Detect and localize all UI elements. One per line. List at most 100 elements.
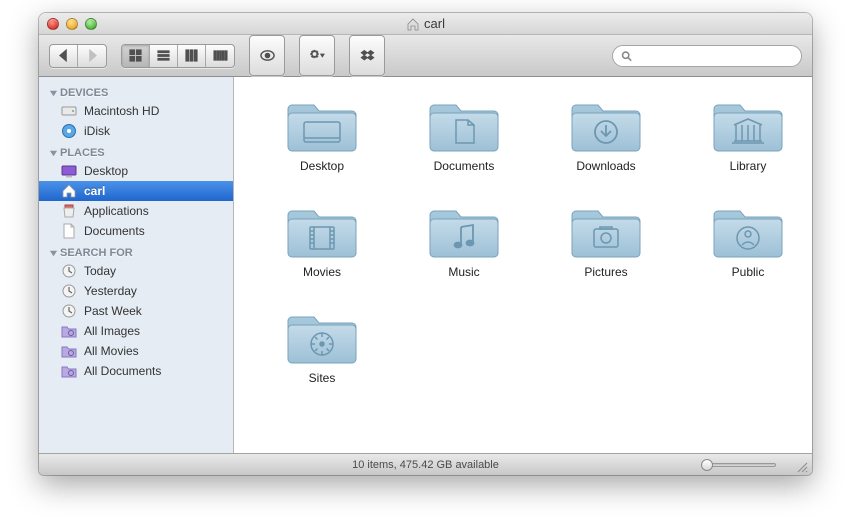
- sidebar-header-devices[interactable]: DEVICES: [39, 81, 233, 101]
- folder-label: Documents: [434, 159, 495, 173]
- folder-icon: [286, 95, 358, 153]
- sidebar-item-label: Macintosh HD: [84, 104, 159, 118]
- folder-icon: [286, 201, 358, 259]
- sidebar-item-label: Desktop: [84, 164, 128, 178]
- sidebar-item-label: All Documents: [84, 364, 161, 378]
- status-text: 10 items, 475.42 GB available: [352, 459, 499, 471]
- nav-buttons: [49, 44, 107, 68]
- content-area[interactable]: Desktop Documents Downloads Library Movi: [234, 77, 812, 453]
- smart-folder-icon: [61, 323, 77, 339]
- folder-label: Music: [448, 265, 479, 279]
- clock-icon: [61, 303, 77, 319]
- sidebar-item-label: All Images: [84, 324, 140, 338]
- folder-public[interactable]: Public: [688, 201, 808, 279]
- sidebar-item-carl[interactable]: carl: [39, 181, 233, 201]
- sidebar-item-all-movies[interactable]: All Movies: [39, 341, 233, 361]
- sidebar-item-macintosh-hd[interactable]: Macintosh HD: [39, 101, 233, 121]
- clock-icon: [61, 263, 77, 279]
- sidebar-item-yesterday[interactable]: Yesterday: [39, 281, 233, 301]
- titlebar: carl: [39, 13, 812, 35]
- home-icon: [406, 17, 420, 31]
- dropbox-button[interactable]: [349, 35, 385, 76]
- home-icon: [61, 183, 77, 199]
- traffic-lights: [47, 18, 97, 30]
- quicklook-button[interactable]: [249, 35, 285, 76]
- resize-handle[interactable]: [795, 460, 808, 473]
- folder-icon: [570, 201, 642, 259]
- status-bar: 10 items, 475.42 GB available: [39, 453, 812, 475]
- applications-icon: [61, 203, 77, 219]
- disclosure-triangle-icon: [49, 249, 58, 258]
- folder-icon: [428, 201, 500, 259]
- search-field[interactable]: [612, 45, 802, 67]
- folder-label: Sites: [309, 371, 336, 385]
- folder-downloads[interactable]: Downloads: [546, 95, 666, 173]
- desktop-icon: [61, 163, 77, 179]
- sidebar-item-all-documents[interactable]: All Documents: [39, 361, 233, 381]
- hdd-icon: [61, 103, 77, 119]
- folder-label: Desktop: [300, 159, 344, 173]
- folder-desktop[interactable]: Desktop: [262, 95, 382, 173]
- forward-button[interactable]: [78, 45, 106, 67]
- folder-icon: [712, 95, 784, 153]
- sidebar-item-applications[interactable]: Applications: [39, 201, 233, 221]
- sidebar: DEVICES Macintosh HD iDisk PLACES Deskto…: [39, 77, 234, 453]
- sidebar-item-label: Applications: [84, 204, 149, 218]
- folder-documents[interactable]: Documents: [404, 95, 524, 173]
- sidebar-item-documents[interactable]: Documents: [39, 221, 233, 241]
- folder-label: Pictures: [584, 265, 627, 279]
- folder-music[interactable]: Music: [404, 201, 524, 279]
- sidebar-item-today[interactable]: Today: [39, 261, 233, 281]
- sidebar-item-label: carl: [84, 184, 105, 198]
- toolbar: [39, 35, 812, 77]
- disclosure-triangle-icon: [49, 89, 58, 98]
- folder-library[interactable]: Library: [688, 95, 808, 173]
- folder-label: Library: [730, 159, 767, 173]
- sidebar-header-search[interactable]: SEARCH FOR: [39, 241, 233, 261]
- folder-label: Downloads: [576, 159, 635, 173]
- close-button[interactable]: [47, 18, 59, 30]
- sidebar-item-desktop[interactable]: Desktop: [39, 161, 233, 181]
- sidebar-item-label: Today: [84, 264, 116, 278]
- search-icon: [621, 50, 632, 62]
- back-button[interactable]: [50, 45, 78, 67]
- folder-sites[interactable]: Sites: [262, 307, 382, 385]
- folder-label: Movies: [303, 265, 341, 279]
- folder-movies[interactable]: Movies: [262, 201, 382, 279]
- folder-grid: Desktop Documents Downloads Library Movi: [262, 95, 794, 385]
- documents-icon: [61, 223, 77, 239]
- window-title: carl: [39, 16, 812, 31]
- folder-label: Public: [732, 265, 765, 279]
- smart-folder-icon: [61, 343, 77, 359]
- view-mode-buttons: [121, 44, 235, 68]
- folder-icon: [286, 307, 358, 365]
- smart-folder-icon: [61, 363, 77, 379]
- folder-icon: [570, 95, 642, 153]
- disclosure-triangle-icon: [49, 149, 58, 158]
- folder-icon: [712, 201, 784, 259]
- sidebar-item-label: Documents: [84, 224, 145, 238]
- sidebar-item-label: Yesterday: [84, 284, 137, 298]
- finder-window: carl DEVICES M: [39, 13, 812, 475]
- column-view-button[interactable]: [178, 45, 206, 67]
- sidebar-item-label: All Movies: [84, 344, 139, 358]
- folder-icon: [428, 95, 500, 153]
- zoom-button[interactable]: [85, 18, 97, 30]
- list-view-button[interactable]: [150, 45, 178, 67]
- icon-view-button[interactable]: [122, 45, 150, 67]
- coverflow-view-button[interactable]: [206, 45, 234, 67]
- sidebar-item-all-images[interactable]: All Images: [39, 321, 233, 341]
- sidebar-item-past-week[interactable]: Past Week: [39, 301, 233, 321]
- folder-pictures[interactable]: Pictures: [546, 201, 666, 279]
- action-menu-button[interactable]: [299, 35, 335, 76]
- idisk-icon: [61, 123, 77, 139]
- sidebar-item-label: iDisk: [84, 124, 110, 138]
- window-title-text: carl: [424, 16, 445, 31]
- sidebar-header-places[interactable]: PLACES: [39, 141, 233, 161]
- minimize-button[interactable]: [66, 18, 78, 30]
- sidebar-item-idisk[interactable]: iDisk: [39, 121, 233, 141]
- sidebar-item-label: Past Week: [84, 304, 142, 318]
- clock-icon: [61, 283, 77, 299]
- search-input[interactable]: [636, 50, 793, 62]
- icon-size-slider[interactable]: [704, 463, 776, 467]
